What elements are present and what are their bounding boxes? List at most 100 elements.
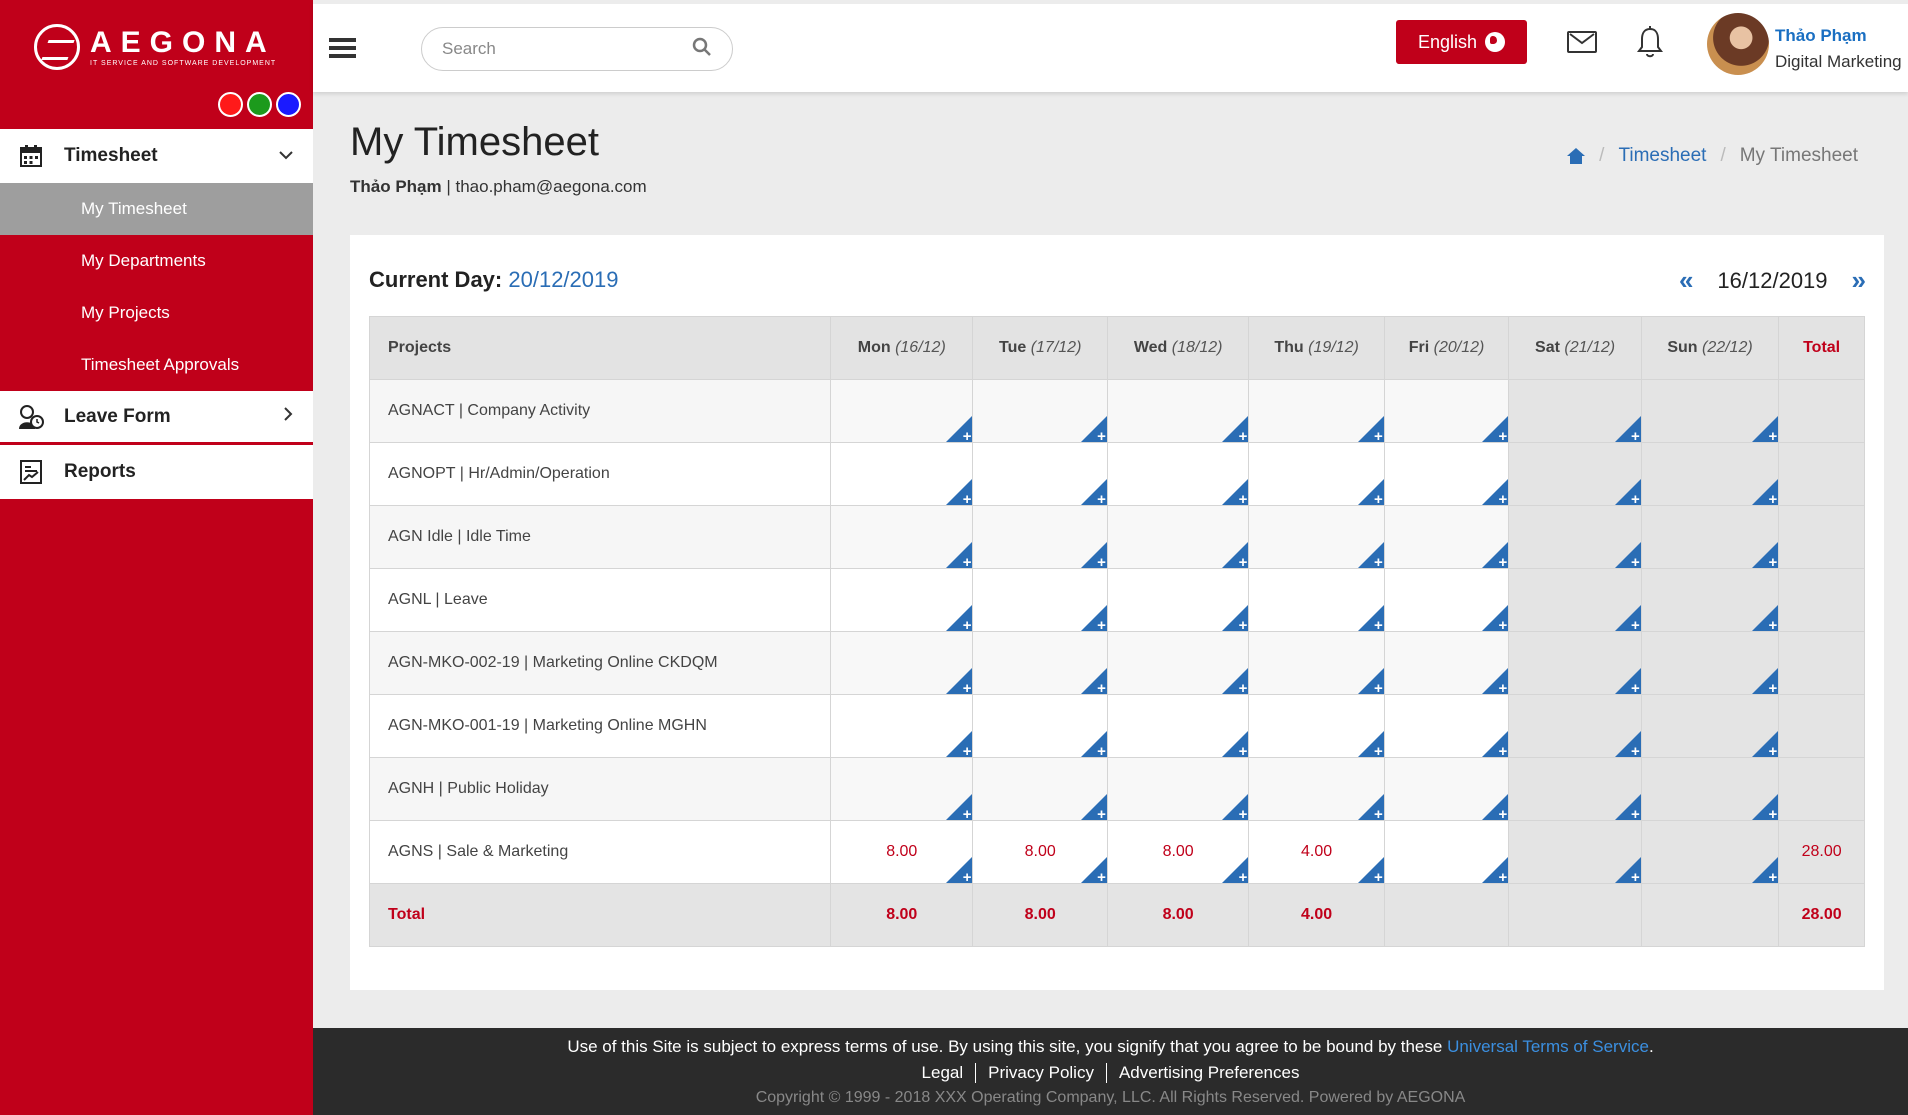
terms-of-service-link[interactable]: Universal Terms of Service [1447,1037,1649,1056]
search-icon[interactable] [692,37,712,62]
add-entry-icon[interactable] [946,857,973,885]
hours-cell[interactable] [1640,379,1780,444]
hours-cell[interactable] [1248,568,1385,633]
add-entry-icon[interactable] [1482,794,1509,822]
add-entry-icon[interactable] [1080,668,1107,696]
add-entry-icon[interactable] [1357,605,1384,633]
hours-cell[interactable] [1383,568,1510,633]
avatar[interactable] [1707,13,1769,75]
add-entry-icon[interactable] [1752,416,1779,444]
add-entry-icon[interactable] [1752,605,1779,633]
hours-cell[interactable] [1248,631,1385,696]
add-entry-icon[interactable] [1357,416,1384,444]
hours-cell[interactable] [1106,505,1250,570]
search-input[interactable] [442,39,692,59]
hours-cell[interactable] [972,757,1108,822]
add-entry-icon[interactable] [1614,542,1641,570]
hours-cell[interactable] [1106,694,1250,759]
footer-link-privacy[interactable]: Privacy Policy [976,1063,1107,1083]
nav-my-departments[interactable]: My Departments [0,235,313,287]
hours-cell[interactable] [830,505,974,570]
hours-cell[interactable] [830,442,974,507]
hours-cell[interactable] [1248,694,1385,759]
hours-cell[interactable] [1640,757,1780,822]
nav-leave-form[interactable]: Leave Form [0,391,313,445]
hours-cell[interactable] [1106,442,1250,507]
hours-cell[interactable] [1383,631,1510,696]
hours-cell[interactable] [830,694,974,759]
add-entry-icon[interactable] [1752,668,1779,696]
hours-cell[interactable] [1508,694,1642,759]
hours-cell[interactable] [1508,442,1642,507]
language-button[interactable]: English [1396,20,1527,64]
hours-cell[interactable] [972,694,1108,759]
hours-cell[interactable] [1383,379,1510,444]
hours-cell[interactable] [1640,568,1780,633]
add-entry-icon[interactable] [1614,794,1641,822]
hours-cell[interactable] [1640,505,1780,570]
add-entry-icon[interactable] [1357,731,1384,759]
hours-cell[interactable] [1106,379,1250,444]
hours-cell[interactable] [1508,757,1642,822]
add-entry-icon[interactable] [946,479,973,507]
mail-icon[interactable] [1567,31,1597,53]
add-entry-icon[interactable] [1482,479,1509,507]
add-entry-icon[interactable] [1222,857,1249,885]
add-entry-icon[interactable] [1482,857,1509,885]
hours-cell[interactable] [1106,631,1250,696]
hours-cell[interactable] [1383,820,1510,885]
hours-cell[interactable] [1248,442,1385,507]
hours-cell[interactable] [1248,757,1385,822]
add-entry-icon[interactable] [1482,668,1509,696]
add-entry-icon[interactable] [946,542,973,570]
add-entry-icon[interactable] [1357,668,1384,696]
brand-logo[interactable]: AEGONA IT SERVICE AND SOFTWARE DEVELOPME… [34,24,276,70]
add-entry-icon[interactable] [1752,731,1779,759]
add-entry-icon[interactable] [1222,479,1249,507]
hours-cell[interactable] [1248,505,1385,570]
hours-cell[interactable] [972,631,1108,696]
hours-cell[interactable]: 4.00 [1248,820,1385,885]
theme-swatch-green[interactable] [247,92,272,117]
add-entry-icon[interactable] [1222,794,1249,822]
add-entry-icon[interactable] [1080,731,1107,759]
home-icon[interactable] [1567,148,1586,164]
add-entry-icon[interactable] [1080,479,1107,507]
hours-cell[interactable] [972,442,1108,507]
add-entry-icon[interactable] [946,416,973,444]
hours-cell[interactable] [830,379,974,444]
add-entry-icon[interactable] [1614,857,1641,885]
hours-cell[interactable] [1508,820,1642,885]
hours-cell[interactable] [830,631,974,696]
add-entry-icon[interactable] [1614,731,1641,759]
theme-swatch-blue[interactable] [276,92,301,117]
add-entry-icon[interactable] [1080,416,1107,444]
double-chevron-right-icon[interactable]: » [1852,265,1866,296]
add-entry-icon[interactable] [946,794,973,822]
add-entry-icon[interactable] [946,731,973,759]
hours-cell[interactable] [1640,820,1780,885]
hours-cell[interactable] [972,568,1108,633]
hours-cell[interactable]: 8.00 [830,820,974,885]
hours-cell[interactable] [1248,379,1385,444]
hours-cell[interactable] [1640,442,1780,507]
bell-icon[interactable] [1636,26,1664,60]
add-entry-icon[interactable] [1752,794,1779,822]
nav-my-projects[interactable]: My Projects [0,287,313,339]
hours-cell[interactable] [1106,757,1250,822]
add-entry-icon[interactable] [1357,794,1384,822]
add-entry-icon[interactable] [1222,542,1249,570]
add-entry-icon[interactable] [1222,731,1249,759]
footer-link-legal[interactable]: Legal [910,1063,977,1083]
user-name[interactable]: Thảo Phạm [1775,26,1867,46]
hours-cell[interactable] [830,568,974,633]
hours-cell[interactable] [1508,505,1642,570]
footer-link-advertising[interactable]: Advertising Preferences [1107,1063,1311,1083]
add-entry-icon[interactable] [946,668,973,696]
add-entry-icon[interactable] [1482,416,1509,444]
nav-timesheet[interactable]: Timesheet [0,129,313,183]
hours-cell[interactable] [972,379,1108,444]
hours-cell[interactable] [1508,631,1642,696]
add-entry-icon[interactable] [1614,668,1641,696]
hours-cell[interactable] [830,757,974,822]
